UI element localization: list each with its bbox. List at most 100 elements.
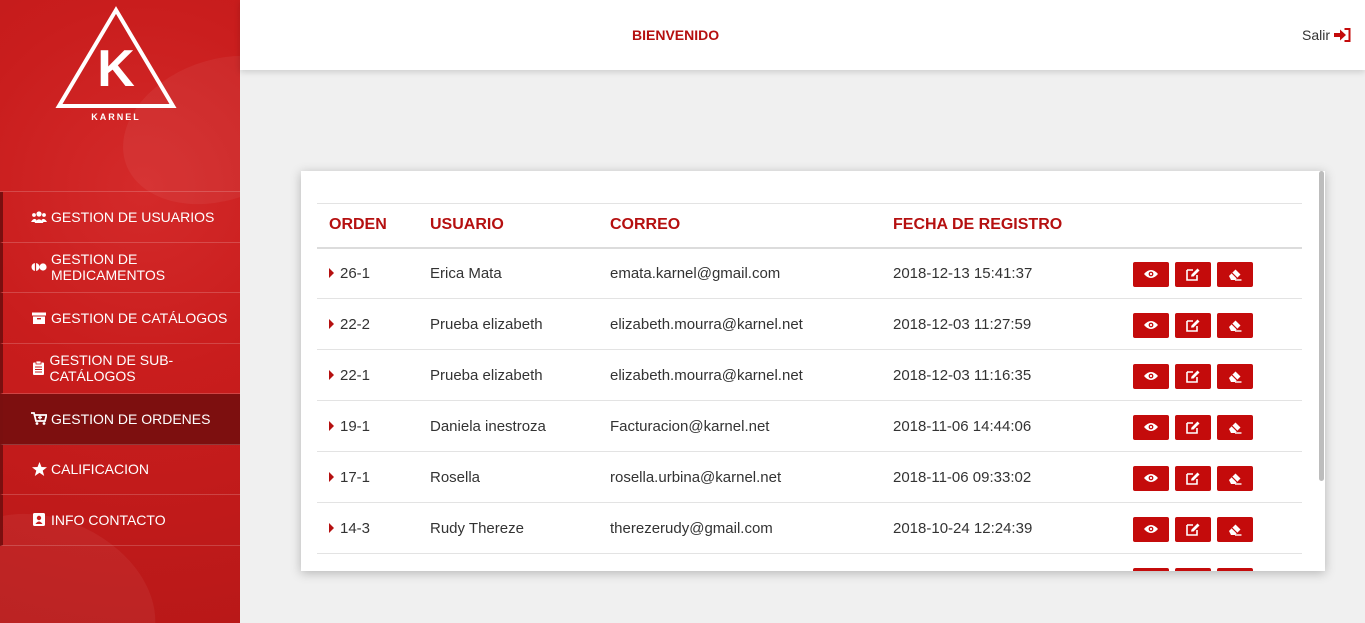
- view-button[interactable]: [1133, 312, 1169, 338]
- view-button[interactable]: [1133, 414, 1169, 440]
- eye-icon: [1144, 270, 1158, 279]
- view-button[interactable]: [1133, 567, 1169, 571]
- sidebar-item-catalogos[interactable]: GESTION DE CATÁLOGOS: [0, 293, 240, 344]
- correo-cell: elizabeth.mourra@karnel.net: [610, 366, 803, 384]
- scrollbar[interactable]: [1318, 171, 1325, 571]
- sign-out-icon: [1334, 28, 1351, 42]
- sidebar-item-label: GESTION DE USUARIOS: [51, 208, 215, 225]
- caret-right-icon[interactable]: [329, 472, 334, 482]
- orders-card: ORDEN USUARIO CORREO FECHA DE REGISTRO 2…: [301, 171, 1325, 571]
- fecha-cell: 2018-12-03 11:16:35: [893, 366, 1032, 384]
- table-row[interactable]: 14-3 Rudy Thereze therezerudy@gmail.com …: [317, 503, 1302, 554]
- orden-value: 19-1: [340, 417, 371, 435]
- edit-button[interactable]: [1175, 567, 1211, 571]
- delete-button[interactable]: [1217, 516, 1253, 542]
- delete-button[interactable]: [1217, 465, 1253, 491]
- eye-icon: [1144, 525, 1158, 533]
- orden-value: 22-1: [340, 366, 371, 384]
- correo-cell: Facturacion@karnel.net: [610, 417, 770, 435]
- column-header-orden[interactable]: ORDEN: [317, 204, 418, 248]
- sidebar-item-medicamentos[interactable]: GESTION DE MEDICAMENTOS: [0, 242, 240, 293]
- orden-cell: 17-1: [317, 452, 418, 503]
- view-button[interactable]: [1133, 261, 1169, 287]
- scrollbar-thumb[interactable]: [1319, 171, 1324, 481]
- eye-icon: [1144, 321, 1158, 329]
- edit-icon: [1186, 523, 1200, 536]
- sidebar-item-usuarios[interactable]: GESTION DE USUARIOS: [0, 192, 240, 243]
- eraser-icon: [1229, 371, 1242, 383]
- logout-label: Salir: [1301, 27, 1330, 43]
- caret-right-icon[interactable]: [329, 319, 334, 329]
- table-row-partial[interactable]: [317, 554, 1302, 571]
- sidebar-item-calificacion[interactable]: CALIFICACION: [0, 444, 240, 495]
- delete-button[interactable]: [1217, 312, 1253, 338]
- actions-cell: [1121, 248, 1302, 299]
- edit-button[interactable]: [1175, 414, 1211, 440]
- sidebar-item-label: GESTION DE ORDENES: [51, 410, 211, 427]
- actions-cell: [1121, 452, 1302, 503]
- caret-right-icon[interactable]: [329, 523, 334, 533]
- caret-right-icon[interactable]: [329, 421, 334, 431]
- cart-icon: [31, 412, 47, 426]
- column-header-correo[interactable]: CORREO: [598, 204, 881, 248]
- usuario-cell: Prueba elizabeth: [430, 366, 543, 384]
- actions-cell: [1121, 503, 1302, 554]
- karnel-logo[interactable]: K KARNEL: [55, 6, 177, 126]
- table-row[interactable]: 22-2 Prueba elizabeth elizabeth.mourra@k…: [317, 299, 1302, 350]
- delete-button[interactable]: [1217, 414, 1253, 440]
- orden-cell: 26-1: [317, 248, 418, 299]
- view-button[interactable]: [1133, 516, 1169, 542]
- orden-value: 26-1: [340, 264, 371, 282]
- orden-cell: 22-2: [317, 299, 418, 350]
- sidebar-item-sub-catalogos[interactable]: GESTION DE SUB-CATÁLOGOS: [0, 343, 240, 394]
- view-button[interactable]: [1133, 363, 1169, 389]
- correo-cell: rosella.urbina@karnel.net: [610, 468, 782, 486]
- logout-button[interactable]: Salir: [1302, 27, 1351, 43]
- star-icon: [31, 462, 47, 477]
- sidebar-menu: GESTION DE USUARIOS GESTION DE MEDICAMEN…: [0, 191, 240, 546]
- orden-value: 14-3: [340, 519, 371, 537]
- orden-cell: 22-1: [317, 350, 418, 401]
- table-row[interactable]: 22-1 Prueba elizabeth elizabeth.mourra@k…: [317, 350, 1302, 401]
- table-row[interactable]: 26-1 Erica Mata emata.karnel@gmail.com 2…: [317, 248, 1302, 299]
- edit-button[interactable]: [1175, 516, 1211, 542]
- correo-cell: therezerudy@gmail.com: [610, 519, 773, 537]
- edit-icon: [1186, 319, 1200, 332]
- top-header: BIENVENIDO Salir: [240, 0, 1365, 70]
- view-button[interactable]: [1133, 465, 1169, 491]
- edit-button[interactable]: [1175, 363, 1211, 389]
- orden-cell: 14-3: [317, 503, 418, 554]
- logo-text: KARNEL: [91, 112, 141, 122]
- eraser-icon: [1229, 422, 1242, 434]
- eye-icon: [1144, 423, 1158, 431]
- caret-right-icon[interactable]: [329, 268, 334, 279]
- column-header-usuario[interactable]: USUARIO: [418, 204, 598, 248]
- edit-button[interactable]: [1175, 312, 1211, 338]
- sidebar-item-label: GESTION DE CATÁLOGOS: [51, 309, 228, 326]
- edit-button[interactable]: [1175, 261, 1211, 287]
- fecha-cell: 2018-12-03 11:27:59: [893, 315, 1032, 333]
- table-row[interactable]: 17-1 Rosella rosella.urbina@karnel.net 2…: [317, 452, 1302, 503]
- sidebar-item-label: INFO CONTACTO: [51, 511, 166, 528]
- edit-icon: [1186, 472, 1200, 485]
- eye-icon: [1144, 474, 1158, 482]
- usuario-cell: Rosella: [430, 468, 481, 486]
- caret-right-icon[interactable]: [329, 370, 334, 380]
- sidebar: K KARNEL GESTION DE USUARIOS GESTION DE …: [0, 0, 240, 623]
- sidebar-item-info-contacto[interactable]: INFO CONTACTO: [0, 495, 240, 546]
- fecha-cell: 2018-11-06 09:33:02: [893, 468, 1032, 486]
- table-row[interactable]: 19-1 Daniela inestroza Facturacion@karne…: [317, 401, 1302, 452]
- orders-table: ORDEN USUARIO CORREO FECHA DE REGISTRO 2…: [317, 203, 1302, 571]
- sidebar-item-label: GESTION DE MEDICAMENTOS: [51, 251, 166, 284]
- delete-button[interactable]: [1217, 567, 1253, 571]
- actions-cell: [1121, 299, 1302, 350]
- edit-button[interactable]: [1175, 465, 1211, 491]
- column-header-actions: [1121, 204, 1302, 248]
- delete-button[interactable]: [1217, 363, 1253, 389]
- delete-button[interactable]: [1217, 261, 1253, 287]
- users-icon: [31, 210, 47, 224]
- page-title: BIENVENIDO: [632, 27, 720, 43]
- actions-cell: [1121, 401, 1302, 452]
- column-header-fecha[interactable]: FECHA DE REGISTRO: [881, 204, 1121, 248]
- sidebar-item-ordenes[interactable]: GESTION DE ORDENES: [0, 394, 240, 445]
